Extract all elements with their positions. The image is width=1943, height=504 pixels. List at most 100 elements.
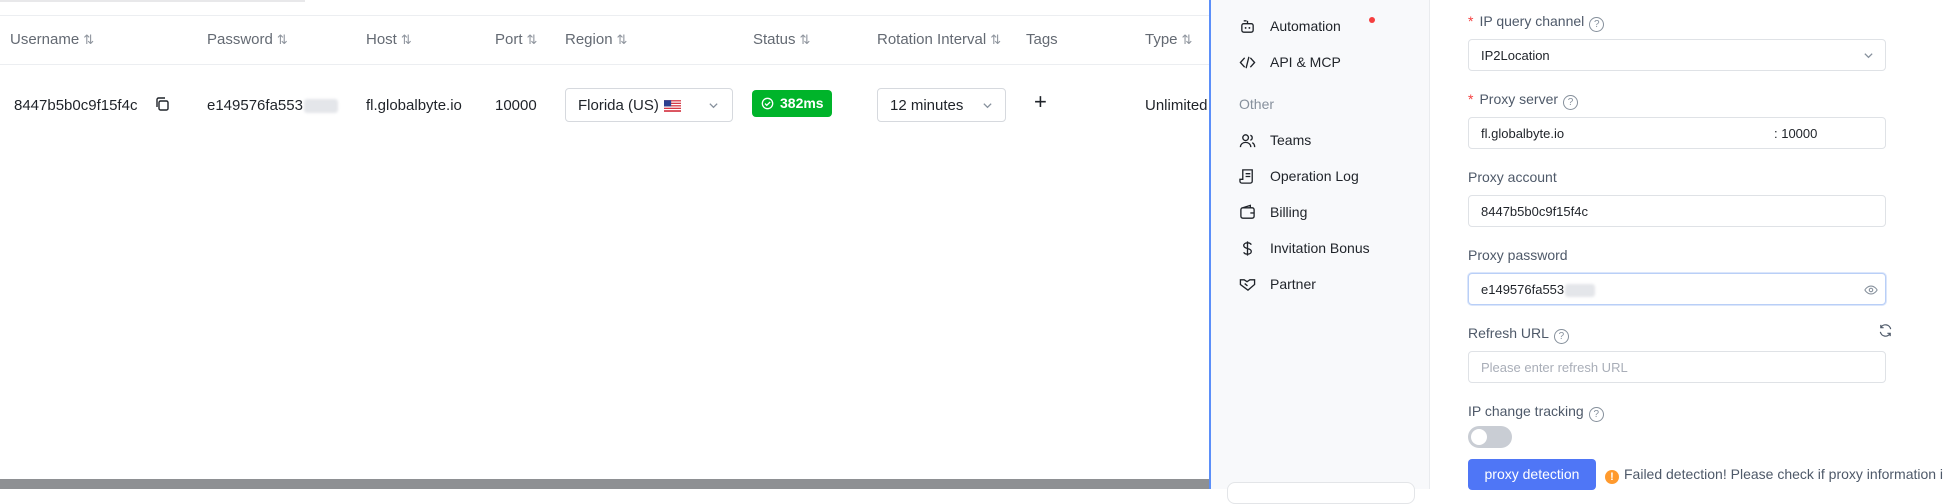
copy-icon[interactable]	[154, 96, 170, 112]
help-icon[interactable]: ?	[1588, 407, 1604, 422]
sort-icon[interactable]: ⇅	[800, 32, 811, 47]
ip-query-channel-select[interactable]: IP2Location	[1468, 39, 1886, 71]
label-text: IP change tracking	[1468, 403, 1584, 419]
sidebar-item-label: API & MCP	[1270, 54, 1341, 70]
refresh-url-placeholder: Please enter refresh URL	[1481, 360, 1628, 375]
sort-icon[interactable]: ⇅	[990, 32, 1001, 47]
required-mark: *	[1468, 13, 1474, 29]
sort-icon[interactable]: ⇅	[401, 32, 412, 47]
top-strip	[0, 0, 305, 2]
th-status-label: Status	[753, 31, 796, 48]
password-text: e149576fa553	[1481, 282, 1565, 297]
cell-port: 10000	[495, 97, 537, 114]
proxy-settings-form: * IP query channel? IP2Location * Proxy se…	[1430, 0, 1943, 490]
warning-text: Failed detection! Please check if proxy …	[1624, 466, 1943, 482]
th-password-label: Password	[207, 31, 273, 48]
refresh-url-input[interactable]: Please enter refresh URL	[1468, 351, 1886, 383]
th-type-label: Type	[1145, 31, 1178, 48]
sidebar-item-label: Teams	[1270, 132, 1312, 148]
sidebar: Automation API & MCP Other Teams Operati…	[1211, 0, 1430, 504]
rotation-interval-select[interactable]: 12 minutes	[877, 88, 1006, 122]
sidebar-item-label: Operation Log	[1270, 168, 1359, 184]
th-password[interactable]: Password ⇅	[207, 31, 288, 48]
ip-change-tracking-toggle[interactable]	[1468, 426, 1512, 448]
refresh-url-label: Refresh URL?	[1468, 325, 1569, 344]
th-port[interactable]: Port ⇅	[495, 31, 538, 48]
rotation-interval-value: 12 minutes	[890, 97, 964, 114]
toggle-knob	[1471, 429, 1487, 445]
cell-type: Unlimited	[1145, 97, 1208, 114]
label-text: Refresh URL	[1468, 325, 1549, 341]
status-badge: 382ms	[752, 90, 832, 117]
th-rotation-interval[interactable]: Rotation Interval ⇅	[877, 31, 1001, 48]
chevron-down-icon	[983, 103, 992, 109]
proxy-table: Username ⇅ Password ⇅ Host ⇅ Port ⇅ Region ⇅ …	[0, 0, 1210, 489]
masked-chars	[1565, 284, 1596, 298]
sort-icon[interactable]: ⇅	[527, 32, 538, 47]
warning-icon: !	[1605, 470, 1619, 484]
sidebar-item-label: Invitation Bonus	[1270, 240, 1370, 256]
th-region[interactable]: Region ⇅	[565, 31, 628, 48]
sidebar-item-label: Partner	[1270, 276, 1316, 292]
th-tags-label: Tags	[1026, 31, 1058, 48]
th-username[interactable]: Username ⇅	[10, 31, 94, 48]
proxy-account-input[interactable]: 8447b5b0c9f15f4c	[1468, 195, 1886, 227]
region-value: Florida (US)	[578, 97, 659, 114]
proxy-account-value: 8447b5b0c9f15f4c	[1481, 204, 1588, 219]
sidebar-bottom-card	[1227, 482, 1415, 504]
proxy-host-value: fl.globalbyte.io	[1481, 126, 1565, 141]
th-host-label: Host	[366, 31, 397, 48]
scroll-icon	[1239, 169, 1253, 184]
cell-password: e149576fa553	[207, 97, 338, 114]
th-status[interactable]: Status ⇅	[753, 31, 811, 48]
robot-icon	[1241, 20, 1254, 33]
table-row: 8447b5b0c9f15f4c e149576fa553 fl.globalb…	[0, 65, 1210, 147]
add-tag-button[interactable]: +	[1034, 91, 1047, 113]
cell-username: 8447b5b0c9f15f4c	[14, 97, 138, 114]
sort-icon[interactable]: ⇅	[617, 32, 628, 47]
wallet-icon	[1240, 204, 1255, 219]
sort-icon[interactable]: ⇅	[83, 32, 94, 47]
sidebar-item-label: Billing	[1270, 204, 1308, 220]
table-header-row: Username ⇅ Password ⇅ Host ⇅ Port ⇅ Region ⇅ …	[0, 16, 1210, 65]
th-tags: Tags	[1026, 31, 1058, 48]
dollar-icon	[1243, 241, 1252, 256]
code-icon	[1239, 56, 1256, 69]
region-select[interactable]: Florida (US)	[565, 88, 733, 122]
ip-query-channel-label: * IP query channel?	[1468, 13, 1605, 32]
check-circle-icon	[761, 97, 774, 110]
sidebar-section-other: Other	[1239, 96, 1275, 112]
proxy-password-label: Proxy password	[1468, 247, 1568, 263]
help-icon[interactable]: ?	[1553, 329, 1569, 344]
masked-chars	[303, 99, 338, 114]
refresh-icon[interactable]	[1878, 323, 1893, 338]
horizontal-scrollbar[interactable]	[0, 479, 1210, 489]
chevron-down-icon	[1864, 53, 1873, 59]
notification-dot	[1369, 17, 1375, 23]
proxy-password-value: e149576fa553	[1481, 282, 1596, 298]
th-host[interactable]: Host ⇅	[366, 31, 412, 48]
proxy-server-input[interactable]: fl.globalbyte.io : 10000	[1468, 117, 1886, 149]
th-port-label: Port	[495, 31, 523, 48]
th-rotation-label: Rotation Interval	[877, 31, 987, 48]
help-icon[interactable]: ?	[1563, 95, 1579, 110]
chevron-down-icon	[709, 103, 718, 109]
eye-icon[interactable]	[1864, 283, 1878, 297]
label-text: Proxy server	[1479, 91, 1559, 107]
password-text: e149576fa553	[207, 97, 303, 114]
cell-host: fl.globalbyte.io	[366, 97, 462, 114]
proxy-server-label: * Proxy server?	[1468, 91, 1579, 110]
ip-query-channel-value: IP2Location	[1481, 48, 1550, 63]
proxy-port-value[interactable]: : 10000	[1774, 126, 1817, 141]
proxy-detection-button[interactable]: proxy detection	[1468, 459, 1596, 490]
sort-icon[interactable]: ⇅	[1182, 32, 1193, 47]
label-text: IP query channel	[1479, 13, 1585, 29]
handshake-icon	[1239, 279, 1256, 292]
help-icon[interactable]: ?	[1589, 17, 1605, 32]
proxy-password-input[interactable]: e149576fa553	[1468, 273, 1886, 305]
th-type[interactable]: Type ⇅	[1145, 31, 1193, 48]
sort-icon[interactable]: ⇅	[277, 32, 288, 47]
status-latency: 382ms	[780, 95, 824, 111]
proxy-account-label: Proxy account	[1468, 169, 1557, 185]
detection-warning: ! Failed detection! Please check if proxy…	[1605, 466, 1943, 484]
